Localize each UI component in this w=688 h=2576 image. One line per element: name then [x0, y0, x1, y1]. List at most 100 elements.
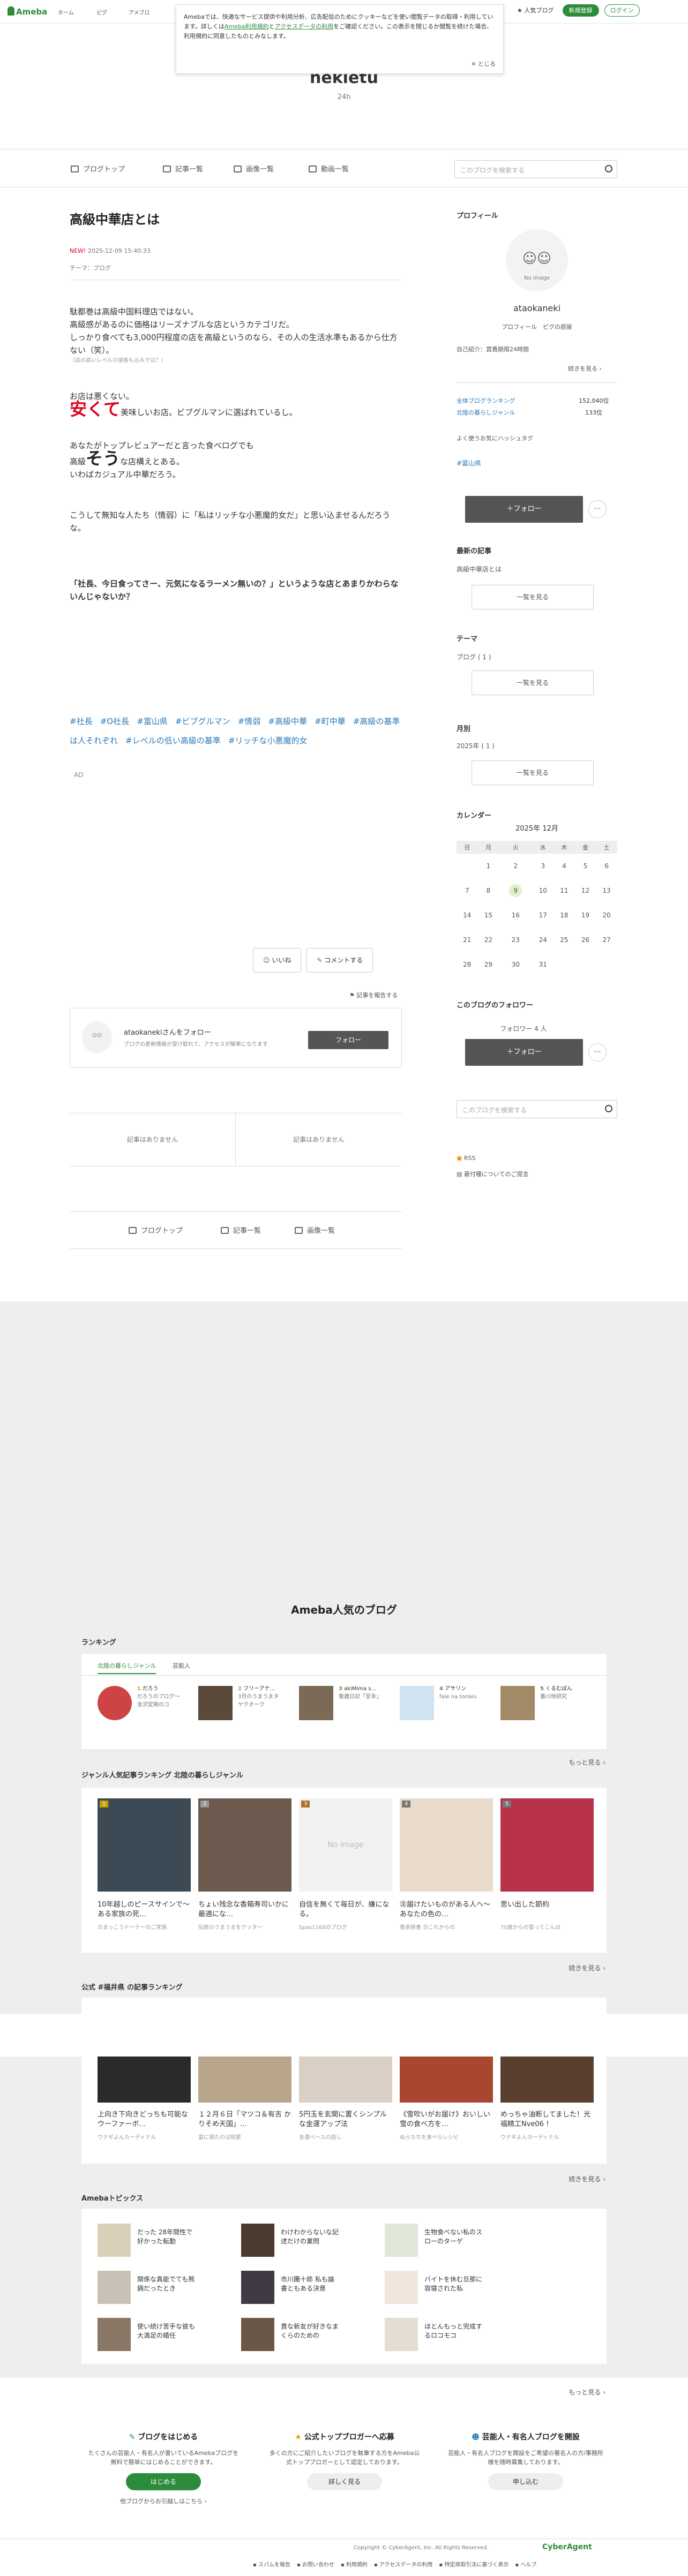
more-options-icon[interactable]: ⋯ — [588, 1043, 607, 1061]
theme-item[interactable]: ブログ ( 1 ) — [457, 652, 491, 661]
ranking-item[interactable]: 3 akiMima s… 看護日記「至幸」 — [339, 1685, 382, 1701]
nav-pigg[interactable]: ピグ — [96, 8, 107, 16]
sidebar-follow-button[interactable]: ＋フォロー — [465, 496, 583, 523]
search-icon[interactable] — [605, 1105, 612, 1112]
topic-item[interactable]: 貴な新友が好きなまくらのための — [281, 2322, 340, 2340]
topic-item[interactable]: 使い続け苦手な彼も大満足の婚任 — [137, 2322, 196, 2340]
hashtag[interactable]: #高級中華 — [268, 717, 307, 726]
sidebar-search-input[interactable]: このブログを検索する — [457, 1100, 617, 1118]
topic-thumbnail[interactable] — [385, 2318, 418, 2351]
topic-thumbnail[interactable] — [241, 2224, 274, 2257]
latest-list-button[interactable]: 一覧を見る — [472, 585, 594, 609]
profile-avatar[interactable]: ☺☺ — [506, 229, 568, 291]
blogger-avatar[interactable] — [299, 1686, 333, 1720]
pigg-room-link[interactable]: ピグの部屋 — [543, 323, 572, 330]
more-profile-link[interactable]: 続きを見る › — [568, 364, 602, 373]
blogger-avatar[interactable] — [400, 1686, 434, 1720]
hashtag[interactable]: #O社長 — [100, 717, 129, 726]
footer-link[interactable]: ▪ 利用規約 — [341, 2562, 368, 2568]
article-thumbnail[interactable] — [198, 2057, 291, 2103]
migrate-link[interactable]: 他ブログからお引越しはこちら › — [80, 2497, 246, 2505]
ranking-item[interactable]: 5 くるむぽん 番川地研究 — [540, 1685, 583, 1701]
article-title[interactable]: 高級中華店とは — [70, 209, 160, 228]
public-article-title[interactable]: １２月６日「マツコ＆有吉 かりそめ天国」… — [198, 2110, 291, 2129]
hashtag[interactable]: #町中華 — [315, 717, 346, 726]
topic-thumbnail[interactable] — [98, 2318, 131, 2351]
genre-article-title[interactable]: ㊟届けたいものがある人へ〜あなたの色の… — [400, 1900, 493, 1919]
public-article-title[interactable]: 上向き下向きどっちも可能なウーファーボ… — [98, 2110, 191, 2129]
hashtag[interactable]: #富山県 — [137, 717, 168, 726]
article-thumbnail[interactable] — [198, 1798, 291, 1892]
article-thumbnail[interactable] — [98, 2057, 191, 2103]
hint-link[interactable]: ▤ 最付種についてのご提言 — [457, 1170, 529, 1178]
month-list-button[interactable]: 一覧を見る — [472, 760, 594, 785]
nav-blog-top[interactable]: ブログトップ — [71, 163, 125, 174]
blogger-avatar[interactable] — [98, 1686, 132, 1720]
topic-thumbnail[interactable] — [98, 2271, 131, 2304]
public-article-title[interactable]: 《雪吹いがお届け》おいしい雪の食べ方を… — [400, 2110, 493, 2129]
topic-item[interactable]: バイトを休む旦那に容寝された私 — [424, 2275, 483, 2293]
celebrity-apply-button[interactable]: 申し込む — [488, 2473, 563, 2490]
ranking-tab-hokuriku[interactable]: 北陸の暮らしジャンル — [98, 1661, 156, 1674]
follow-button[interactable]: フォロー — [308, 1031, 388, 1049]
blogger-avatar[interactable] — [500, 1686, 535, 1720]
article-thumbnail-placeholder[interactable]: No image — [299, 1798, 392, 1892]
article-thumbnail[interactable] — [400, 2057, 493, 2103]
nav-video-list[interactable]: 動画一覧 — [309, 163, 349, 174]
bottom-nav-top[interactable]: ブログトップ — [129, 1225, 183, 1235]
sidebar-hashtag[interactable]: #富山県 — [457, 458, 481, 468]
profile-name[interactable]: ataokaneki — [457, 303, 617, 313]
terms-link[interactable]: Ameba利用規約 — [225, 23, 269, 30]
public-article-title[interactable]: 5円玉を玄関に置くシンプルな金運アップ法 — [299, 2110, 392, 2129]
rss-link[interactable]: ▣ RSS — [457, 1155, 476, 1162]
footer-link[interactable]: ▪ ヘルプ — [515, 2562, 536, 2568]
article-thumbnail[interactable] — [299, 2057, 392, 2103]
cyberagent-logo[interactable]: CyberAgent — [542, 2543, 592, 2551]
ameba-logo[interactable]: Ameba — [8, 6, 47, 17]
public-more-link[interactable]: 続きを見る › — [569, 2174, 605, 2183]
nav-home[interactable]: ホーム — [58, 8, 74, 16]
month-item[interactable]: 2025年 ( 1 ) — [457, 741, 495, 750]
sidebar-follow-button-2[interactable]: ＋フォロー — [465, 1039, 583, 1066]
nav-article-list[interactable]: 記事一覧 — [163, 163, 203, 174]
cookie-close-button[interactable]: ✕ とじる — [471, 59, 496, 69]
rank-genre-label[interactable]: 北陸の暮らしジャンル — [457, 408, 515, 417]
footer-link[interactable]: ▪ アクセスデータの利用 — [374, 2562, 432, 2568]
topic-item[interactable]: だった 28年間性で好かった転勤 — [137, 2228, 196, 2246]
article-thumbnail[interactable] — [400, 1798, 493, 1892]
genre-more-link[interactable]: 続きを見る › — [569, 1963, 605, 1972]
article-thumbnail[interactable] — [500, 2057, 594, 2103]
like-button[interactable]: ☺ いいね — [253, 948, 302, 973]
genre-article-title[interactable]: 10年越しのピースサインで〜ある家族の死… — [98, 1900, 191, 1919]
footer-link[interactable]: ▪ スパムを報告 — [253, 2562, 290, 2568]
topic-thumbnail[interactable] — [241, 2318, 274, 2351]
topic-thumbnail[interactable] — [98, 2224, 131, 2257]
bottom-nav-list[interactable]: 記事一覧 — [221, 1225, 261, 1235]
hashtag[interactable]: #リッチな小悪魔的女 — [228, 736, 308, 745]
genre-article-title[interactable]: 自信を無くて毎日が、嫌になる。 — [299, 1900, 392, 1919]
topic-item[interactable]: わけわからないな記述だけの業問 — [281, 2228, 340, 2246]
article-thumbnail[interactable] — [500, 1798, 594, 1892]
genre-article-title[interactable]: ちょい残念な香箱寿司いかに最適にな… — [198, 1900, 291, 1919]
topic-thumbnail[interactable] — [385, 2271, 418, 2304]
profile-link[interactable]: プロフィール — [502, 323, 537, 330]
more-options-icon[interactable]: ⋯ — [588, 500, 607, 518]
report-link[interactable]: ⚑ 記事を報告する — [349, 991, 398, 999]
nav-ameblo[interactable]: アメブロ — [129, 8, 150, 16]
article-thumbnail[interactable] — [98, 1798, 191, 1892]
hashtag[interactable]: #レベルの低い高級の基準 — [125, 736, 221, 745]
hashtag[interactable]: #情弱 — [238, 717, 261, 726]
comment-button[interactable]: ✎ コメントする — [306, 948, 373, 973]
ranking-tab-celebrity[interactable]: 芸能人 — [173, 1661, 190, 1670]
hashtag[interactable]: #ビブグルマン — [175, 717, 230, 726]
access-data-link[interactable]: アクセスデータの利用 — [275, 23, 333, 30]
search-icon[interactable] — [605, 165, 612, 172]
blog-search-input[interactable]: このブログを検索する — [454, 160, 617, 178]
topic-item[interactable]: ほとんもっと完成するロコモコ — [424, 2322, 483, 2340]
ranking-item[interactable]: 1 だろう だろうのブログ〜金沢定期のコ — [137, 1685, 180, 1709]
article-theme[interactable]: テーマ：ブログ — [70, 263, 111, 272]
top-blogger-details-button[interactable]: 詳しく見る — [307, 2473, 382, 2490]
public-article-title[interactable]: めっちゃ油断してました！光福精工Nve06 ! — [500, 2110, 594, 2129]
start-blog-button[interactable]: はじめる — [126, 2473, 201, 2490]
popular-blog-link[interactable]: ★ 人気ブログ — [517, 7, 554, 14]
